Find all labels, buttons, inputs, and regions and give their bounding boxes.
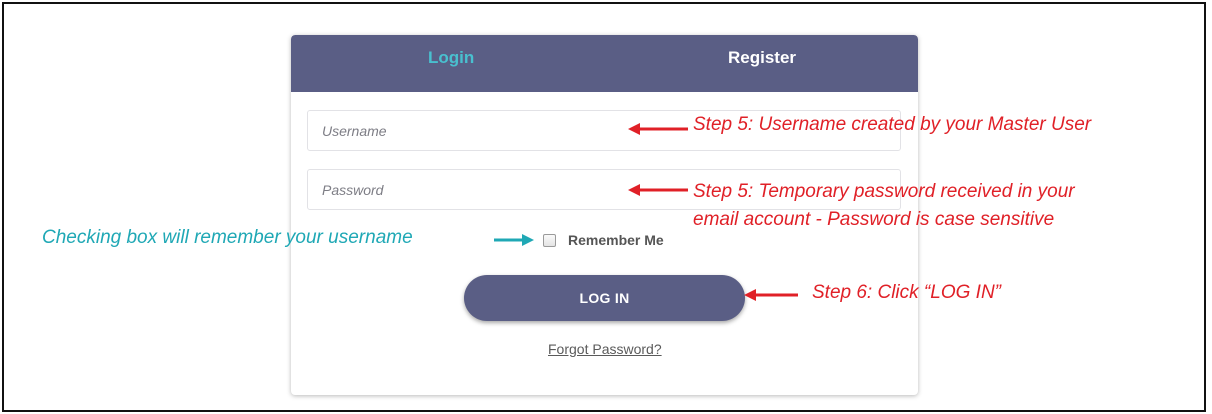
annotation-password-line-1: Step 5: Temporary password received in y… — [693, 181, 1075, 202]
remember-me-label[interactable]: Remember Me — [568, 232, 664, 248]
tab-login[interactable]: Login — [428, 35, 474, 92]
tab-register[interactable]: Register — [728, 35, 796, 92]
tab-bar: Login Register — [291, 35, 918, 92]
annotation-remember-note: Checking box will remember your username — [42, 227, 413, 248]
forgot-password-link[interactable]: Forgot Password? — [548, 341, 662, 357]
annotation-password-step: Step 5: Temporary password received in y… — [693, 178, 1075, 234]
red-left-arrow-icon — [628, 123, 688, 135]
annotation-password-line-2: email account - Password is case sensiti… — [693, 209, 1055, 230]
teal-right-arrow-icon — [494, 234, 534, 246]
screenshot-frame: Login Register Remember Me LOG IN Forgot… — [2, 2, 1206, 412]
annotation-username-step: Step 5: Username created by your Master … — [693, 114, 1092, 135]
red-left-arrow-icon — [744, 289, 798, 301]
remember-me-checkbox[interactable] — [543, 233, 556, 247]
login-button[interactable]: LOG IN — [464, 275, 745, 321]
remember-me-row: Remember Me — [543, 232, 664, 248]
red-left-arrow-icon — [628, 184, 688, 196]
annotation-login-step: Step 6: Click “LOG IN” — [812, 282, 1001, 303]
